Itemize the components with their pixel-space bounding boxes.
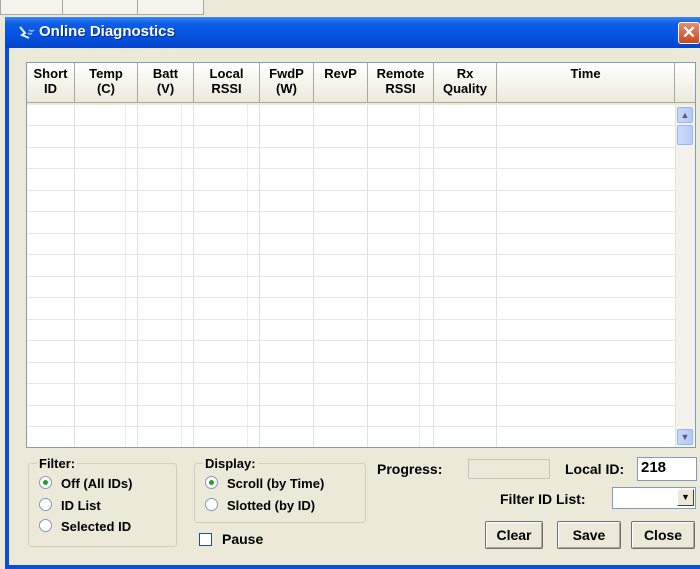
radio-label: ID List <box>61 498 101 513</box>
display-option-scroll[interactable]: Scroll (by Time) <box>205 476 324 494</box>
column-title: Rx <box>456 66 474 81</box>
table-row[interactable] <box>27 385 681 406</box>
column-title: Local <box>209 66 244 81</box>
radio-button[interactable] <box>205 498 218 511</box>
table-row[interactable] <box>27 299 681 320</box>
radio-label: Scroll (by Time) <box>227 476 325 491</box>
table-row[interactable] <box>27 234 681 255</box>
table-row[interactable] <box>27 277 681 298</box>
column-header-short-id[interactable]: Short ID <box>27 63 75 103</box>
column-title: (V) <box>156 81 175 96</box>
local-id-field[interactable]: 218 <box>637 457 697 481</box>
radio-button[interactable] <box>205 476 218 489</box>
table-row[interactable] <box>27 406 681 427</box>
close-button[interactable]: Close <box>631 521 695 549</box>
column-title: Temp <box>89 66 123 81</box>
table-row[interactable] <box>27 213 681 234</box>
table-row[interactable] <box>27 191 681 212</box>
display-option-slotted[interactable]: Slotted (by ID) <box>205 498 315 516</box>
chevron-down-icon[interactable]: ▼ <box>677 489 694 506</box>
radio-label: Selected ID <box>61 519 132 534</box>
column-title: (C) <box>96 81 116 96</box>
filter-id-list-dropdown[interactable]: ▼ <box>612 487 696 509</box>
diagnostics-wave-icon <box>19 26 35 39</box>
clear-button[interactable]: Clear <box>485 521 543 549</box>
column-header-temp[interactable]: Temp (C) <box>75 63 138 103</box>
window-title: Online Diagnostics <box>39 23 175 40</box>
column-header-time[interactable]: Time <box>497 63 675 103</box>
column-header-local-rssi[interactable]: Local RSSI <box>194 63 260 103</box>
table-row[interactable] <box>27 256 681 277</box>
column-header-fwdp[interactable]: FwdP (W) <box>260 63 314 103</box>
table-row[interactable] <box>27 105 681 126</box>
table-row[interactable] <box>27 170 681 191</box>
radio-button[interactable] <box>39 476 52 489</box>
background-app-strip <box>0 0 700 18</box>
background-tab <box>137 0 204 15</box>
filter-id-list-label: Filter ID List: <box>500 491 586 507</box>
table-row[interactable] <box>27 428 681 448</box>
filter-group-label: Filter: <box>37 456 78 471</box>
column-header-rx-quality[interactable]: Rx Quality <box>434 63 497 103</box>
filter-option-id-list[interactable]: ID List <box>39 498 101 516</box>
filter-group: Filter: Off (All IDs) ID List Selected I… <box>28 456 177 547</box>
radio-button[interactable] <box>39 519 52 532</box>
display-group-label: Display: <box>203 456 258 471</box>
table-row[interactable] <box>27 127 681 148</box>
column-header-remote-rssi[interactable]: Remote RSSI <box>368 63 434 103</box>
table-row[interactable] <box>27 148 681 169</box>
diagnostics-list-view[interactable]: Short ID Temp (C) Batt (V) Local RSSI Fw… <box>26 62 696 448</box>
scroll-up-button[interactable]: ▲ <box>677 107 693 123</box>
column-title: ID <box>44 81 57 96</box>
table-row[interactable] <box>27 363 681 384</box>
filter-option-off[interactable]: Off (All IDs) <box>39 476 133 494</box>
pause-label: Pause <box>222 531 264 547</box>
radio-label: Off (All IDs) <box>61 476 133 491</box>
list-header: Short ID Temp (C) Batt (V) Local RSSI Fw… <box>27 63 695 105</box>
title-bar[interactable]: Online Diagnostics ✕ <box>5 17 700 48</box>
column-title: RevP <box>324 66 357 81</box>
scroll-down-button[interactable]: ▼ <box>677 429 693 445</box>
column-header-filler <box>675 63 695 103</box>
save-button[interactable]: Save <box>557 521 621 549</box>
vertical-scrollbar[interactable]: ▲ ▼ <box>675 105 695 447</box>
window-close-button[interactable]: ✕ <box>678 22 700 44</box>
local-id-label: Local ID: <box>565 461 625 477</box>
background-tab <box>62 0 139 15</box>
radio-button[interactable] <box>39 498 52 511</box>
column-title: Time <box>570 66 601 81</box>
list-rows-area[interactable] <box>27 105 681 447</box>
column-title: (W) <box>276 81 297 96</box>
scroll-thumb[interactable] <box>677 125 693 145</box>
column-title: Short <box>33 66 68 81</box>
display-group: Display: Scroll (by Time) Slotted (by ID… <box>194 456 366 523</box>
radio-label: Slotted (by ID) <box>227 498 316 513</box>
pause-checkbox[interactable] <box>199 533 212 546</box>
column-header-revp[interactable]: RevP <box>314 63 368 103</box>
column-title: Batt <box>152 66 179 81</box>
table-row[interactable] <box>27 320 681 341</box>
progress-bar <box>468 459 550 479</box>
column-title: RSSI <box>211 81 242 96</box>
filter-option-selected-id[interactable]: Selected ID <box>39 519 131 537</box>
background-tab <box>0 0 64 15</box>
progress-label: Progress: <box>377 461 443 477</box>
column-title: Quality <box>442 81 488 96</box>
column-title: FwdP <box>269 66 304 81</box>
table-row[interactable] <box>27 342 681 363</box>
column-header-batt[interactable]: Batt (V) <box>138 63 194 103</box>
column-title: Remote <box>376 66 425 81</box>
column-title: RSSI <box>385 81 416 96</box>
